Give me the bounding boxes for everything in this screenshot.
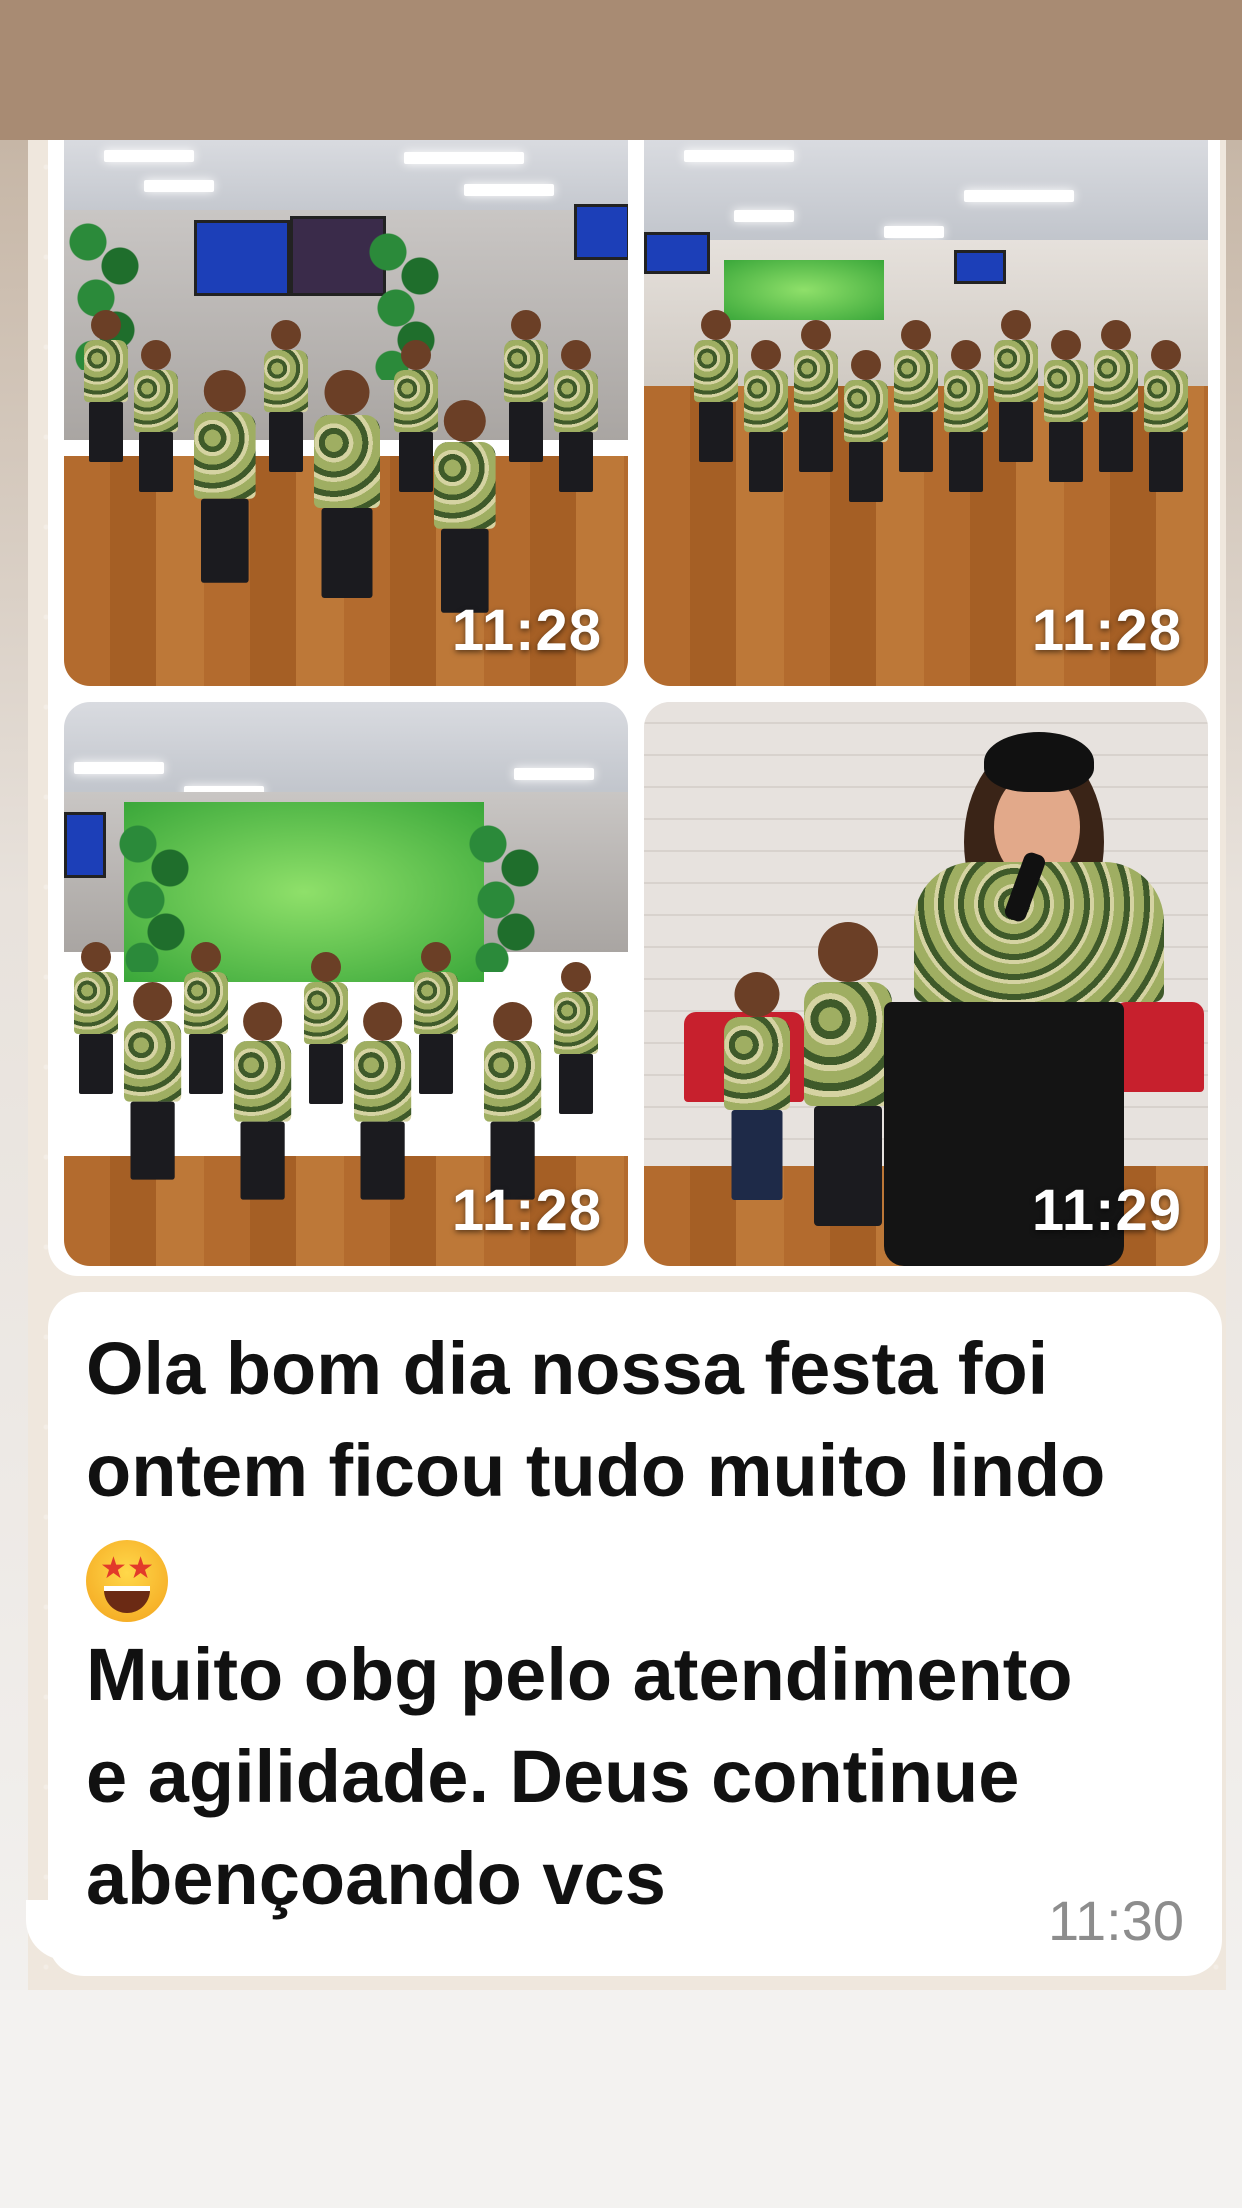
ceiling	[64, 702, 628, 802]
photo-1[interactable]: 11:28	[64, 140, 628, 686]
photo-3[interactable]: 11:28	[64, 702, 628, 1266]
bottom-area	[0, 1990, 1242, 2208]
message-text: Ola bom dia nossa festa foi ontem ficou …	[86, 1318, 1176, 1930]
tv-screen	[574, 204, 628, 260]
message-line: Muito obg pelo atendimento	[86, 1633, 1073, 1716]
message-line: Ola bom dia nossa festa foi	[86, 1327, 1049, 1410]
message-timestamp: 11:30	[1048, 1889, 1184, 1952]
message-line: e agilidade. Deus continue	[86, 1735, 1020, 1818]
star-struck-emoji-icon	[86, 1540, 168, 1623]
message-line: ontem ficou tudo muito lindo	[86, 1429, 1106, 1512]
top-status-band	[0, 0, 1242, 140]
photo-timestamp: 11:28	[1031, 598, 1182, 663]
green-balloons	[114, 812, 194, 972]
red-chair	[1114, 1002, 1204, 1092]
green-backdrop	[724, 260, 884, 320]
photo-4[interactable]: 11:29	[644, 702, 1208, 1266]
photo-timestamp: 11:29	[1031, 1178, 1182, 1243]
presentation-screen	[194, 220, 290, 296]
black-beret	[984, 732, 1094, 792]
ceiling	[644, 140, 1208, 250]
tv-screen	[64, 812, 106, 878]
photo-timestamp: 11:28	[451, 598, 602, 663]
message-line: abençoando vcs	[86, 1837, 666, 1920]
photo-timestamp: 11:28	[451, 1178, 602, 1243]
photo-2[interactable]: 11:28	[644, 140, 1208, 686]
tv-screen	[644, 232, 710, 274]
green-balloons	[464, 812, 544, 972]
camo-shirt	[914, 862, 1164, 1002]
tv-screen	[954, 250, 1006, 284]
